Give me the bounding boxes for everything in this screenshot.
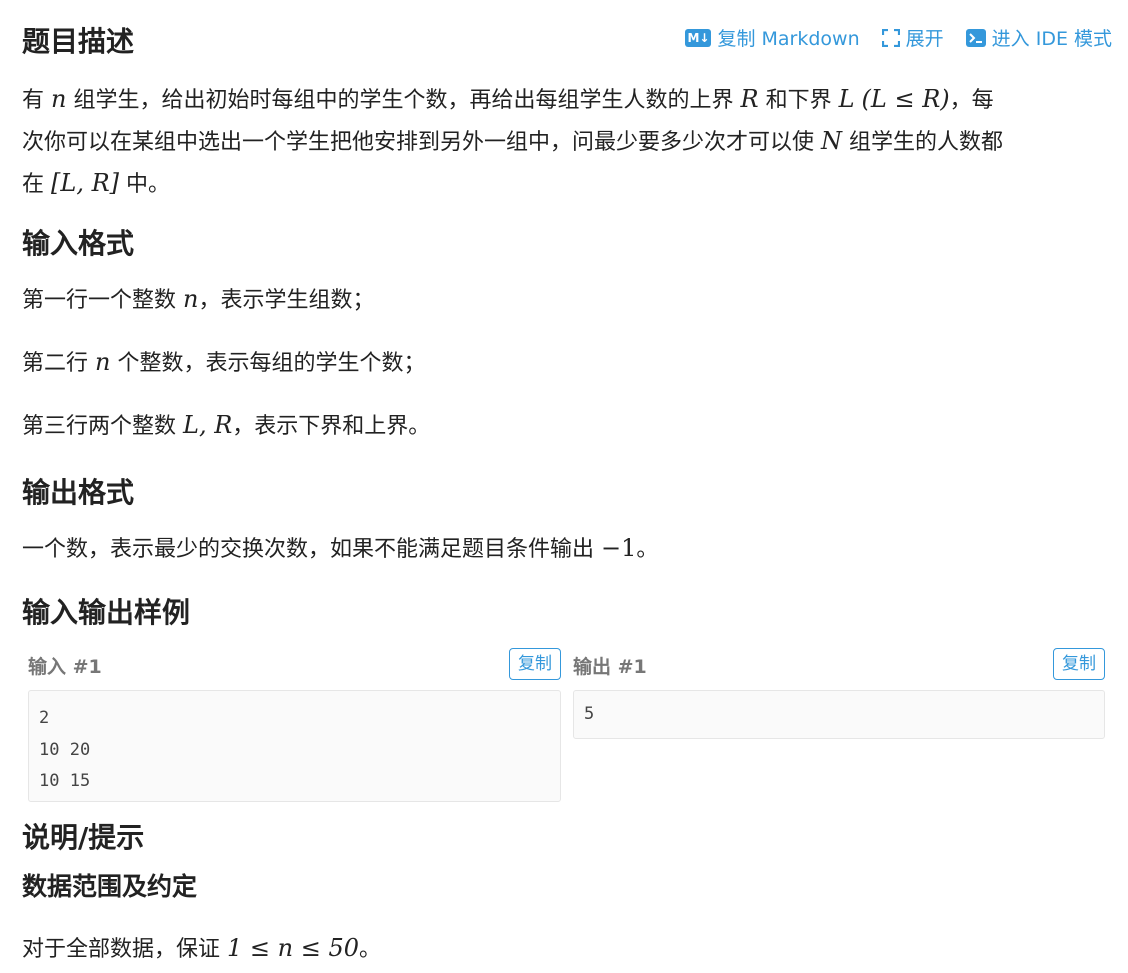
math-minus-one: −1 — [601, 534, 637, 562]
math-L: L — [838, 85, 855, 113]
desc-text-1: 有 — [22, 88, 45, 113]
samples-title: 输入输出样例 — [22, 596, 191, 629]
math-condition: (L ≤ R) — [861, 85, 950, 113]
expand-label: 展开 — [905, 28, 944, 50]
text: 。 — [359, 937, 382, 962]
text: 。 — [636, 537, 659, 562]
math-n: n — [183, 285, 199, 313]
ide-mode-button[interactable]: 进入 IDE 模式 — [965, 24, 1112, 51]
text: 第二行 — [22, 351, 89, 376]
description-text: 有 n 组学生，给出初始时每组中的学生个数，再给出每组学生人数的上界 R 和下界… — [22, 79, 1112, 205]
math-n: n — [51, 85, 67, 113]
math-LR: L, R — [183, 411, 233, 439]
desc-text-5: 次你可以在某组中选出一个学生把他安排到另外一组中，问最少要多少次才可以使 — [22, 130, 815, 155]
ide-mode-label: 进入 IDE 模式 — [991, 28, 1112, 50]
input-format-line-1: 第一行一个整数 n，表示学生组数； — [22, 279, 1112, 321]
sample-input-header: 输入 #1 复制 — [28, 648, 561, 684]
code-line: 2 — [39, 708, 50, 728]
description-title: 题目描述 — [22, 25, 135, 58]
code-line: 10 15 — [39, 771, 91, 791]
sample-output-code[interactable]: 5 — [573, 690, 1105, 739]
sample-output-header: 输出 #1 复制 — [573, 648, 1105, 684]
expand-button[interactable]: 展开 — [881, 24, 944, 51]
desc-text-8: 中。 — [126, 172, 171, 197]
sample-input-code[interactable]: 2 10 20 10 15 — [28, 690, 561, 802]
input-format-line-2: 第二行 n 个整数，表示每组的学生个数； — [22, 342, 1112, 384]
header-row: 题目描述 M↓ 复制 Markdown 展开 进入 IDE 模式 — [22, 20, 1112, 60]
terminal-icon — [965, 28, 986, 47]
desc-text-3: 和下界 — [765, 88, 832, 113]
copy-output-button[interactable]: 复制 — [1053, 648, 1105, 680]
output-format-line: 一个数，表示最少的交换次数，如果不能满足题目条件输出 −1。 — [22, 528, 1112, 570]
math-N: N — [821, 127, 843, 155]
hint-line: 对于全部数据，保证 1 ≤ n ≤ 50。 — [22, 928, 1112, 970]
text: 第一行一个整数 — [22, 288, 177, 313]
copy-markdown-button[interactable]: M↓ 复制 Markdown — [685, 24, 860, 51]
desc-text-2: 组学生，给出初始时每组中的学生个数，再给出每组学生人数的上界 — [73, 88, 734, 113]
math-interval: [L, R] — [51, 169, 120, 197]
code-line: 5 — [584, 704, 595, 724]
text: 第三行两个整数 — [22, 414, 177, 439]
text: ，表示学生组数； — [198, 288, 375, 313]
input-format-line-3: 第三行两个整数 L, R，表示下界和上界。 — [22, 405, 1112, 447]
copy-input-button[interactable]: 复制 — [509, 648, 561, 680]
text: ，表示下界和上界。 — [232, 414, 431, 439]
math-n: n — [95, 348, 111, 376]
math-range: 1 ≤ n ≤ 50 — [227, 934, 360, 962]
input-format-title: 输入格式 — [22, 227, 135, 260]
hint-title: 说明/提示 — [22, 821, 145, 854]
desc-text-6: 组学生的人数都 — [849, 130, 1004, 155]
math-R: R — [740, 85, 759, 113]
toolbar: M↓ 复制 Markdown 展开 进入 IDE 模式 — [685, 24, 1112, 51]
sample-input-block: 输入 #1 复制 2 10 20 10 15 — [28, 648, 561, 802]
desc-text-7: 在 — [22, 172, 45, 197]
desc-text-4: ，每 — [949, 88, 994, 113]
expand-icon — [881, 28, 900, 47]
copy-markdown-label: 复制 Markdown — [717, 28, 860, 50]
text: 个整数，表示每组的学生个数； — [117, 351, 426, 376]
sample-input-label: 输入 #1 — [28, 656, 102, 678]
code-line: 10 20 — [39, 739, 91, 760]
sample-output-block: 输出 #1 复制 5 — [573, 648, 1105, 739]
hint-subtitle: 数据范围及约定 — [22, 872, 198, 901]
sample-output-label: 输出 #1 — [573, 656, 647, 678]
text: 对于全部数据，保证 — [22, 937, 221, 962]
output-format-title: 输出格式 — [22, 476, 135, 509]
markdown-icon: M↓ — [685, 28, 712, 47]
text: 一个数，表示最少的交换次数，如果不能满足题目条件输出 — [22, 537, 595, 562]
